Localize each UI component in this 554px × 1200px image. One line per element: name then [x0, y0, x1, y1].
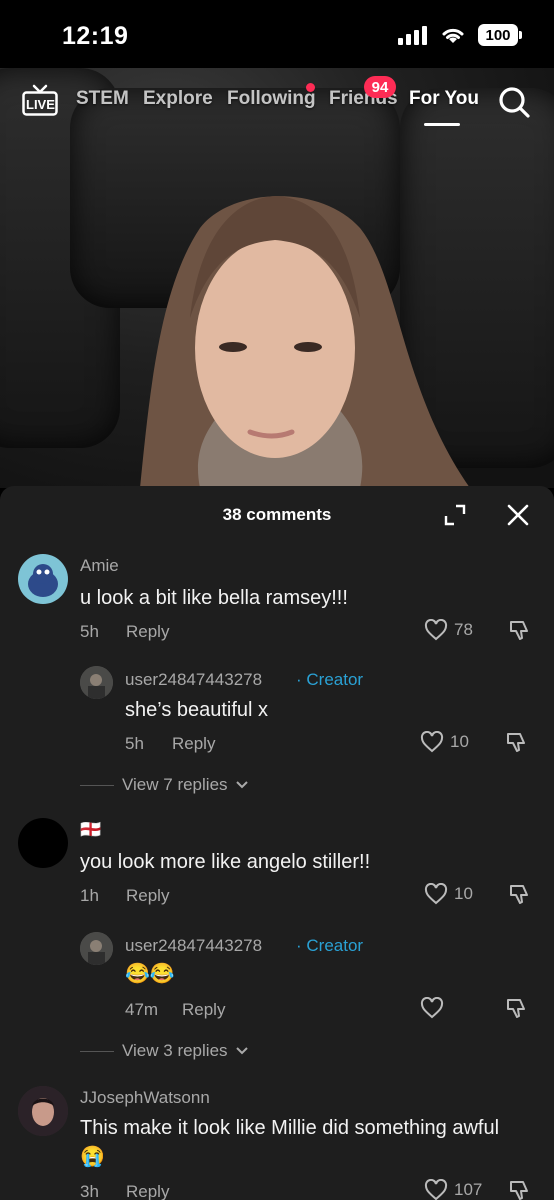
active-tab-indicator: [424, 123, 460, 126]
comment-time: 5h: [80, 622, 99, 641]
dislike-icon: [510, 1181, 528, 1200]
chevron-down-icon: [235, 781, 248, 789]
avatar[interactable]: [80, 932, 113, 965]
comment-item: Amie u look a bit like bella ramsey!!! 5…: [0, 552, 554, 652]
avatar-image: [28, 564, 58, 597]
reply-button[interactable]: Reply: [126, 886, 169, 906]
avatar[interactable]: [18, 818, 68, 868]
live-button[interactable]: LIVE: [22, 84, 58, 118]
top-nav: LIVE STEM Explore Following Friends For …: [0, 78, 554, 128]
live-label: LIVE: [26, 97, 55, 112]
heart-icon: [424, 619, 448, 641]
comment-item: 🏴󠁧󠁢󠁥󠁮󠁧󠁿 you look more like angelo stille…: [0, 816, 554, 916]
dislike-icon: [510, 621, 528, 640]
avatar[interactable]: [18, 554, 68, 604]
like-count: 10: [454, 884, 473, 903]
video-player[interactable]: [0, 68, 554, 488]
tab-for-you[interactable]: For You: [409, 88, 479, 110]
view-replies-button[interactable]: View 3 replies: [80, 1041, 248, 1061]
close-button[interactable]: [505, 502, 531, 528]
battery-icon: 100: [478, 24, 522, 46]
creator-tag: · Creator: [296, 936, 364, 955]
like-count: 78: [454, 620, 473, 639]
dislike-icon: [510, 885, 528, 904]
comment-text: This make it look like Millie did someth…: [80, 1117, 500, 1168]
avatar[interactable]: [18, 1086, 68, 1136]
comment-text: she’s beautiful x: [125, 699, 269, 721]
dislike-button[interactable]: [505, 730, 529, 759]
comment-username[interactable]: user24847443278: [125, 936, 262, 956]
comment-time: 5h: [125, 734, 144, 753]
search-icon: [499, 87, 530, 118]
comment-username[interactable]: Amie: [80, 556, 119, 576]
close-icon: [507, 504, 529, 526]
expand-icon: [444, 504, 466, 526]
dislike-button[interactable]: [508, 618, 532, 647]
divider-line: [80, 1050, 114, 1052]
creator-tag: · Creator: [296, 670, 364, 689]
comment-username[interactable]: JJosephWatsonn: [80, 1088, 210, 1108]
like-button[interactable]: 10: [424, 883, 473, 905]
comments-header: 38 comments: [0, 486, 554, 542]
status-time: 12:19: [62, 22, 129, 50]
comment-item: JJosephWatsonn This make it look like Mi…: [0, 1084, 554, 1200]
view-replies-button[interactable]: View 7 replies: [80, 775, 248, 795]
like-count: 10: [450, 732, 469, 751]
status-bar: 12:19 100: [0, 0, 554, 68]
comment-reply-item: user24847443278 · Creator 😂😂 47m Reply: [0, 930, 554, 1020]
reply-button[interactable]: Reply: [182, 1000, 225, 1020]
like-button[interactable]: 10: [420, 731, 469, 753]
heart-icon: [424, 883, 448, 905]
comments-panel: 38 comments Amie u look a bit like bella…: [0, 486, 554, 1200]
tab-following[interactable]: Following: [227, 88, 316, 110]
dislike-button[interactable]: [508, 882, 532, 911]
comment-time: 1h: [80, 886, 99, 905]
like-button[interactable]: 107: [424, 1179, 482, 1200]
comment-time: 3h: [80, 1182, 99, 1200]
dislike-button[interactable]: [508, 1178, 532, 1200]
following-notification-dot: [306, 83, 315, 92]
reply-button[interactable]: Reply: [126, 1182, 169, 1200]
dislike-icon: [507, 733, 525, 752]
signal-icon: [398, 26, 427, 45]
dislike-icon: [507, 999, 525, 1018]
reply-button[interactable]: Reply: [172, 734, 215, 754]
tab-explore[interactable]: Explore: [143, 88, 213, 110]
comment-text: 😂😂: [125, 963, 175, 985]
comment-username[interactable]: user24847443278: [125, 670, 262, 690]
comment-username[interactable]: 🏴󠁧󠁢󠁥󠁮󠁧󠁿: [80, 820, 101, 840]
comments-count: 38 comments: [222, 505, 332, 524]
search-button[interactable]: [496, 84, 532, 120]
wifi-icon: [442, 28, 464, 43]
status-icons: 100: [398, 24, 522, 46]
expand-button[interactable]: [442, 502, 468, 528]
like-count: 107: [454, 1180, 483, 1199]
comment-text: you look more like angelo stiller!!: [80, 851, 371, 873]
heart-icon: [420, 997, 444, 1019]
friends-badge: 94: [364, 76, 396, 98]
dislike-button[interactable]: [505, 996, 529, 1025]
avatar-image: [80, 932, 113, 965]
avatar-image: [80, 666, 113, 699]
avatar[interactable]: [80, 666, 113, 699]
comment-text: u look a bit like bella ramsey!!!: [80, 587, 348, 609]
tab-stem[interactable]: STEM: [76, 88, 129, 110]
divider-line: [80, 784, 114, 786]
view-replies-label: View 7 replies: [122, 775, 228, 794]
avatar-image: [18, 1086, 68, 1136]
heart-icon: [424, 1179, 448, 1200]
like-button[interactable]: [420, 997, 444, 1019]
view-replies-label: View 3 replies: [122, 1041, 228, 1060]
video-subject: [140, 196, 470, 488]
chevron-down-icon: [235, 1047, 248, 1055]
like-button[interactable]: 78: [424, 619, 473, 641]
comment-reply-item: user24847443278 · Creator she’s beautifu…: [0, 664, 554, 754]
comment-time: 47m: [125, 1000, 159, 1019]
reply-button[interactable]: Reply: [126, 622, 169, 642]
heart-icon: [420, 731, 444, 753]
